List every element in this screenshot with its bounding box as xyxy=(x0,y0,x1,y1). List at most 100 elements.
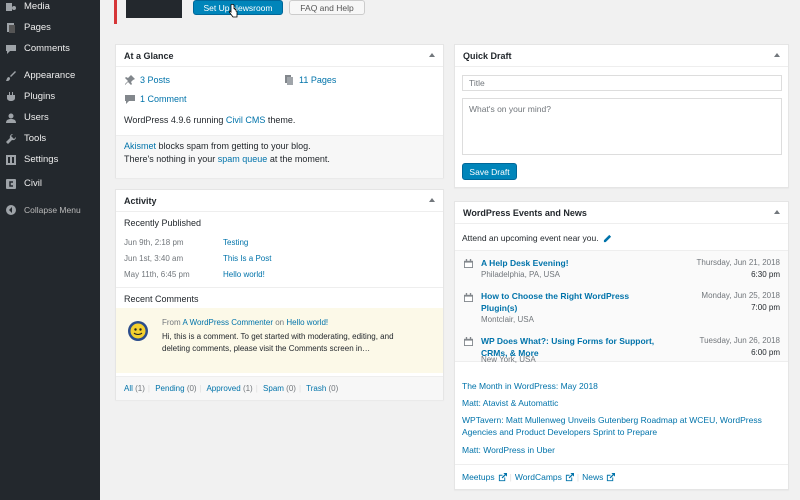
comment-post-link[interactable]: Hello world! xyxy=(286,318,328,327)
save-draft-button[interactable]: Save Draft xyxy=(462,163,517,180)
sidebar-item-pages[interactable]: Pages xyxy=(0,17,100,38)
sidebar-item-label: Users xyxy=(24,112,49,123)
akismet-link[interactable]: Akismet xyxy=(124,141,156,151)
news-link[interactable]: The Month in WordPress: May 2018 xyxy=(462,381,598,391)
sidebar-item-label: Plugins xyxy=(24,91,56,102)
sidebar-item-civil[interactable]: Civil xyxy=(0,173,100,194)
collapse-toggle-icon[interactable] xyxy=(774,53,780,57)
post-link[interactable]: Hello world! xyxy=(223,270,265,279)
sidebar-item-label: Settings xyxy=(24,154,59,165)
appearance-icon xyxy=(6,70,16,81)
events-list: A Help Desk Evening! Philadelphia, PA, U… xyxy=(455,250,788,362)
collapse-toggle-icon[interactable] xyxy=(429,53,435,57)
box-title: WordPress Events and News xyxy=(455,202,788,224)
newsroom-banner-image xyxy=(126,0,182,18)
comment-item: From A WordPress Commenter on Hello worl… xyxy=(116,308,443,373)
comment-meta: From A WordPress Commenter on Hello worl… xyxy=(162,318,329,327)
event-title-link-cont[interactable]: Plugin(s) xyxy=(481,303,517,313)
event-time: 6:30 pm xyxy=(751,270,780,279)
notice-border xyxy=(114,0,117,24)
calendar-icon xyxy=(464,293,473,302)
post-link[interactable]: This Is a Post xyxy=(223,254,271,263)
calendar-icon xyxy=(464,337,473,346)
quick-draft-box: Quick Draft Title What's on your mind? S… xyxy=(454,44,789,188)
event-time: 6:00 pm xyxy=(751,348,780,357)
comments-icon xyxy=(6,44,16,54)
event-date: Monday, Jun 25, 2018 xyxy=(701,291,780,300)
comments-count[interactable]: 1 Comment xyxy=(125,94,187,104)
sidebar-item-plugins[interactable]: Plugins xyxy=(0,86,100,107)
pages-count[interactable]: 11 Pages xyxy=(284,75,336,85)
setup-newsroom-button[interactable]: Set Up Newsroom xyxy=(193,0,283,15)
event-title-link[interactable]: How to Choose the Right WordPress xyxy=(481,291,629,301)
theme-link[interactable]: Civil CMS xyxy=(226,115,266,125)
wordcamps-link[interactable]: WordCamps xyxy=(515,472,562,482)
filter-trash[interactable]: Trash xyxy=(306,384,326,393)
draft-content-textarea[interactable]: What's on your mind? xyxy=(462,98,782,155)
external-link-icon xyxy=(565,472,574,481)
news-link[interactable]: WPTavern: Matt Mullenweg Unveils Gutenbe… xyxy=(462,415,762,425)
civil-icon xyxy=(6,178,16,189)
event-title-link[interactable]: A Help Desk Evening! xyxy=(481,258,569,268)
filter-all[interactable]: All xyxy=(124,384,133,393)
sidebar-item-label: Tools xyxy=(24,133,47,144)
sidebar-item-users[interactable]: Users xyxy=(0,107,100,128)
faq-help-button[interactable]: FAQ and Help xyxy=(289,0,365,15)
admin-sidebar: Media Pages Comments Appearance Plugins … xyxy=(0,0,100,500)
sidebar-item-label: Appearance xyxy=(24,70,76,81)
event-date: Tuesday, Jun 26, 2018 xyxy=(699,336,781,345)
event-date: Thursday, Jun 21, 2018 xyxy=(696,258,780,267)
filter-approved[interactable]: Approved xyxy=(206,384,240,393)
sidebar-item-label: Pages xyxy=(24,22,51,33)
collapse-menu-button[interactable]: Collapse Menu xyxy=(0,199,100,220)
news-footer-link[interactable]: News xyxy=(582,472,603,482)
collapse-arrow-icon xyxy=(6,204,16,215)
sidebar-item-label: Civil xyxy=(24,178,42,189)
filter-spam[interactable]: Spam xyxy=(263,384,284,393)
sidebar-item-label: Comments xyxy=(24,43,70,54)
users-icon xyxy=(6,113,16,123)
comment-author-link[interactable]: A WordPress Commenter xyxy=(182,318,273,327)
news-link[interactable]: Matt: WordPress in Uber xyxy=(462,445,555,455)
sidebar-item-label: Media xyxy=(24,1,50,12)
event-title-link[interactable]: WP Does What?: Using Forms for Support, xyxy=(481,336,654,346)
news-link[interactable]: Matt: Atavist & Automattic xyxy=(462,398,558,408)
recent-comments-heading: Recent Comments xyxy=(124,294,199,304)
comment-excerpt-line: Hi, this is a comment. To get started wi… xyxy=(162,332,394,341)
plugins-icon xyxy=(6,91,16,102)
version-text: WordPress 4.9.6 running Civil CMS theme. xyxy=(124,115,296,125)
collapse-toggle-icon[interactable] xyxy=(774,210,780,214)
calendar-icon xyxy=(464,259,473,268)
collapse-toggle-icon[interactable] xyxy=(429,198,435,202)
sidebar-item-appearance[interactable]: Appearance xyxy=(0,65,100,86)
comment-excerpt-line: deleting comments, please visit the Comm… xyxy=(162,344,371,353)
sidebar-item-tools[interactable]: Tools xyxy=(0,128,100,149)
activity-box: Activity Recently Published Jun 9th, 2:1… xyxy=(115,189,444,400)
meetups-link[interactable]: Meetups xyxy=(462,472,495,482)
posts-count[interactable]: 3 Posts xyxy=(125,75,170,85)
draft-title-input[interactable]: Title xyxy=(462,75,782,91)
events-footer-links: Meetups | WordCamps | News xyxy=(462,472,616,482)
post-link[interactable]: Testing xyxy=(223,238,248,247)
sidebar-item-comments[interactable]: Comments xyxy=(0,38,100,59)
pages-icon xyxy=(6,22,16,33)
spam-queue-link[interactable]: spam queue xyxy=(218,154,268,164)
akismet-footer: Akismet blocks spam from getting to your… xyxy=(116,135,443,178)
event-location: New York, USA xyxy=(481,355,536,364)
divider xyxy=(455,464,788,465)
external-link-icon xyxy=(607,472,616,481)
sidebar-item-settings[interactable]: Settings xyxy=(0,149,100,170)
comment-icon xyxy=(125,95,135,104)
box-title: Activity xyxy=(116,190,443,212)
sidebar-item-media[interactable]: Media xyxy=(0,0,100,17)
recently-published-heading: Recently Published xyxy=(124,218,202,228)
pages-icon xyxy=(285,75,293,85)
akismet-text: Akismet blocks spam from getting to your… xyxy=(124,141,311,151)
pencil-edit-icon[interactable] xyxy=(603,234,612,243)
external-link-icon xyxy=(498,472,507,481)
news-link-cont[interactable]: Agencies and Product Developers Sprint t… xyxy=(462,427,657,437)
media-icon xyxy=(6,2,16,12)
box-title: Quick Draft xyxy=(455,45,788,67)
filter-pending[interactable]: Pending xyxy=(155,384,184,393)
mouse-cursor-icon xyxy=(228,3,238,20)
